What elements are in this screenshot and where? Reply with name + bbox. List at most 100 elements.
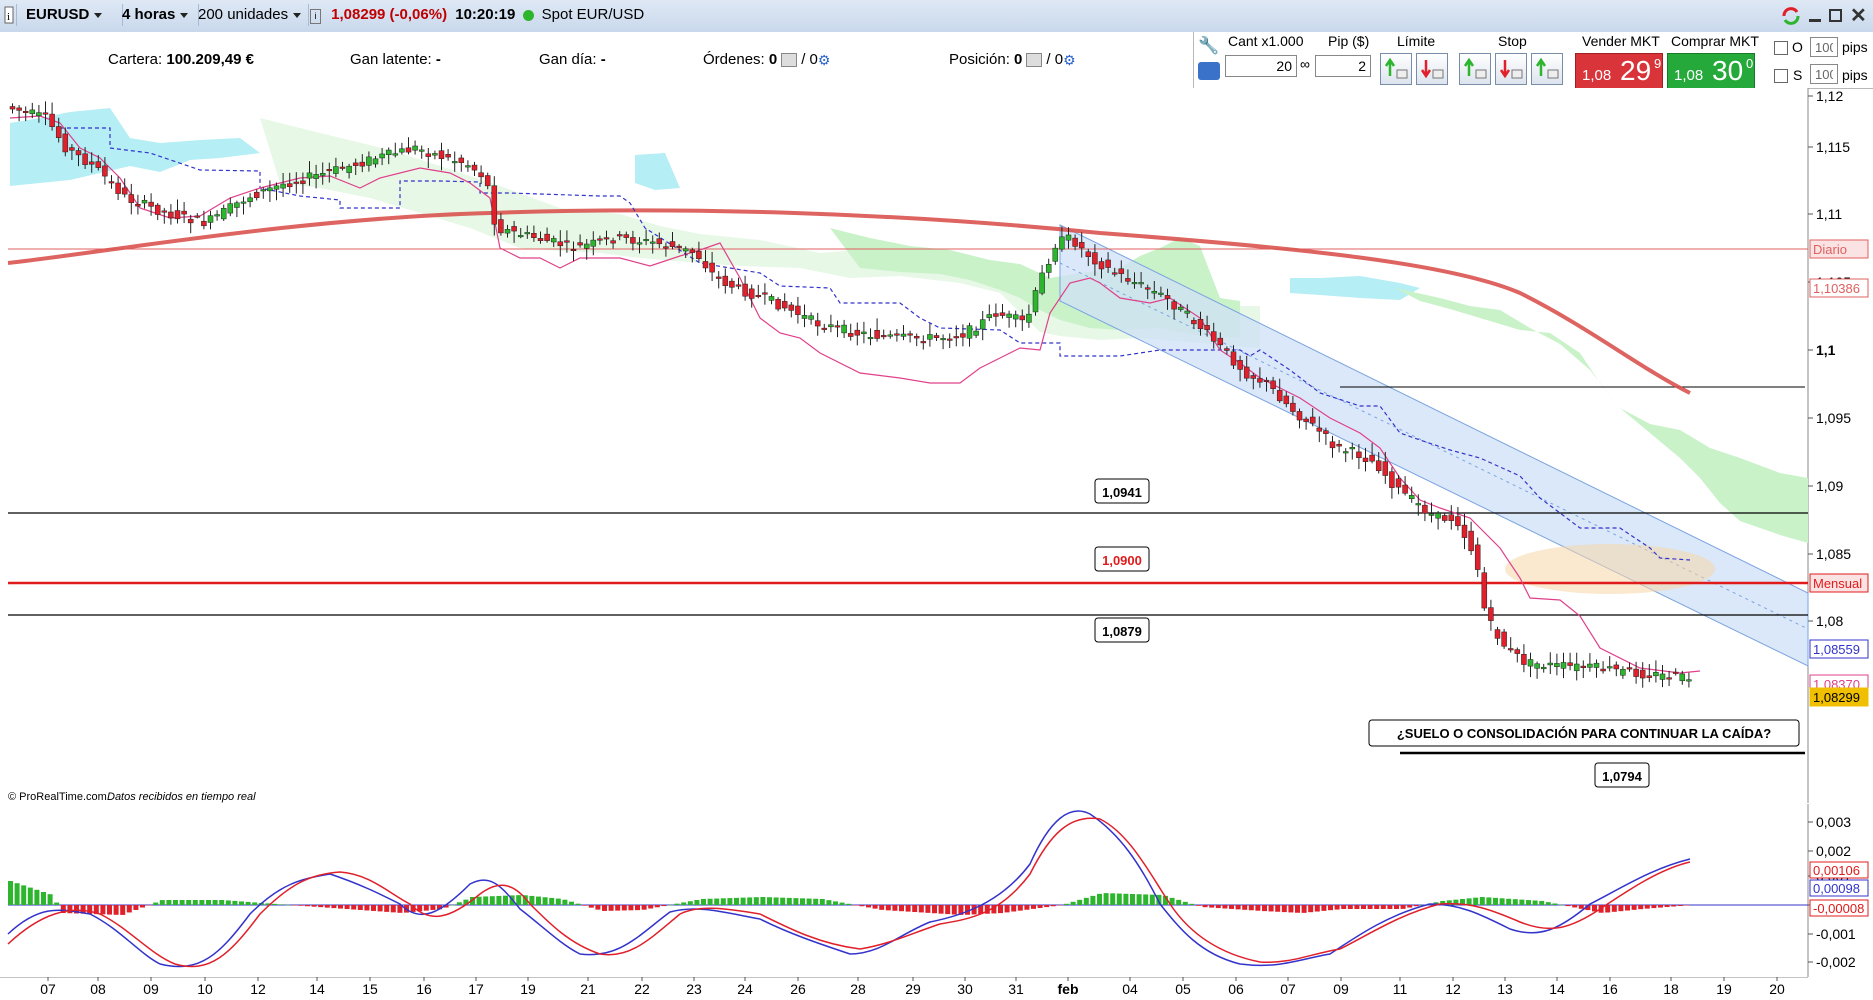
time-tick-label: 29 bbox=[905, 981, 921, 997]
candle-body bbox=[1217, 337, 1224, 346]
stop-buy-button[interactable] bbox=[1459, 53, 1491, 85]
histogram-bar bbox=[1545, 902, 1551, 905]
candle-body bbox=[940, 338, 946, 341]
histogram-bar bbox=[905, 905, 911, 912]
histogram-bar bbox=[1506, 898, 1512, 905]
gear-icon[interactable]: ⚙ bbox=[1063, 52, 1076, 69]
candle-body bbox=[135, 204, 141, 207]
candle-body bbox=[1474, 544, 1481, 570]
macd-chart[interactable]: 0,0030,0020,0010-0,001-0,002 0,001060,00… bbox=[0, 804, 1873, 977]
price-chart[interactable]: 1,0941 1,0900 1,0879 1,0794 ¿SUELO O CON… bbox=[0, 88, 1873, 803]
candle-body bbox=[280, 183, 286, 189]
maximize-icon[interactable] bbox=[1828, 7, 1842, 23]
candle-body bbox=[425, 153, 432, 157]
link-icon[interactable]: ∞ bbox=[1300, 56, 1310, 72]
o-checkbox[interactable] bbox=[1774, 41, 1788, 55]
pip-input[interactable] bbox=[1315, 55, 1371, 77]
candle-body bbox=[854, 329, 861, 336]
positions-list-icon[interactable] bbox=[1026, 53, 1043, 68]
posicion-value-2: / 0 bbox=[1046, 51, 1064, 68]
histogram-bar bbox=[628, 905, 634, 911]
gear-icon[interactable]: ⚙ bbox=[818, 52, 831, 69]
price-axis[interactable]: 1,121,1151,111,1051,11,0951,091,0851,08 bbox=[1808, 88, 1851, 629]
histogram-bar bbox=[311, 905, 317, 907]
histogram-bar bbox=[892, 905, 898, 911]
candle-body bbox=[630, 237, 636, 244]
candle-body bbox=[286, 183, 293, 187]
histogram-bar bbox=[1064, 903, 1069, 905]
candle-body bbox=[207, 215, 214, 223]
histogram-bar bbox=[47, 894, 53, 905]
candle-body bbox=[201, 220, 207, 227]
macd-tick-label: 0,003 bbox=[1816, 814, 1851, 830]
histogram-bar bbox=[298, 905, 304, 906]
candle-body bbox=[491, 185, 498, 225]
candle-body bbox=[795, 305, 801, 315]
candle-body bbox=[808, 315, 814, 320]
symbol-selector[interactable]: EURUSD bbox=[22, 4, 123, 26]
timeframe-selector[interactable]: 4 horas bbox=[118, 4, 199, 26]
candle-body bbox=[537, 238, 544, 242]
candle-body bbox=[1032, 290, 1039, 313]
candle-body bbox=[1580, 665, 1587, 668]
histogram-bar bbox=[1268, 905, 1274, 912]
candle-body bbox=[418, 149, 425, 152]
candle-body bbox=[333, 166, 339, 174]
candle-body bbox=[1606, 666, 1613, 669]
s-checkbox[interactable] bbox=[1774, 69, 1788, 83]
limit-sell-button[interactable] bbox=[1416, 53, 1448, 85]
o-pips-input[interactable] bbox=[1810, 37, 1838, 57]
limit-buy-button[interactable] bbox=[1380, 53, 1412, 85]
stop-trailing-button[interactable] bbox=[1531, 53, 1563, 85]
wrench-icon[interactable]: 🔧 bbox=[1198, 36, 1220, 56]
histogram-bar bbox=[859, 905, 865, 907]
time-tick-label: 05 bbox=[1175, 981, 1191, 997]
candle-body bbox=[709, 262, 715, 273]
orders-list-icon[interactable] bbox=[781, 53, 798, 68]
histogram-bar bbox=[54, 902, 60, 905]
candle-body bbox=[1514, 649, 1521, 654]
histogram-bar bbox=[1196, 905, 1201, 906]
histogram-bar bbox=[839, 902, 845, 905]
units-selector[interactable]: 200 unidades bbox=[194, 4, 309, 26]
candle-body bbox=[141, 199, 148, 204]
histogram-bar bbox=[569, 901, 574, 905]
s-pips-input[interactable] bbox=[1810, 64, 1838, 84]
status-dot-icon bbox=[523, 9, 535, 21]
histogram-bar bbox=[615, 905, 621, 911]
histogram-bar bbox=[1519, 899, 1525, 905]
instrument-label: Spot EUR/USD bbox=[541, 6, 645, 23]
candle-body bbox=[451, 161, 458, 164]
price-tick-label: 1,11 bbox=[1816, 206, 1842, 222]
cant-input[interactable] bbox=[1225, 55, 1297, 77]
keypad-icon[interactable] bbox=[1198, 62, 1220, 80]
info-icon[interactable]: i bbox=[2, 4, 17, 26]
candle-body bbox=[847, 333, 854, 337]
macd-plot-area bbox=[0, 804, 1808, 977]
sell-market-button[interactable]: 1,08 29 9 bbox=[1575, 53, 1663, 89]
histogram-bar bbox=[1328, 905, 1333, 911]
histogram-bar bbox=[1209, 905, 1215, 908]
histogram-bar bbox=[1644, 905, 1650, 909]
histogram-bar bbox=[1011, 905, 1017, 912]
price-axis-badges: Diario1,10386Mensual1,085591,083701,0829… bbox=[1809, 239, 1869, 707]
histogram-bar bbox=[285, 904, 291, 906]
stop-sell-button[interactable] bbox=[1495, 53, 1527, 85]
candle-body bbox=[1243, 366, 1250, 379]
time-axis[interactable]: 07 08 09 10 12 14 15 16 17 19 21 22 23 24 26 28 29 30 31 fe… bbox=[0, 977, 1873, 1000]
candle-body bbox=[313, 174, 319, 179]
level-label-1-0879-text: 1,0879 bbox=[1102, 624, 1142, 639]
time-tick-label: 20 bbox=[1769, 981, 1785, 997]
histogram-bar bbox=[503, 895, 508, 905]
sync-icon[interactable] bbox=[1780, 5, 1802, 27]
close-icon[interactable]: ✕ bbox=[1850, 3, 1867, 28]
candle-body bbox=[352, 162, 359, 166]
histogram-bar bbox=[1314, 905, 1320, 912]
candle-body bbox=[405, 147, 412, 153]
histogram-bar bbox=[371, 905, 376, 911]
histogram-bar bbox=[694, 900, 700, 905]
candle-body bbox=[1356, 451, 1362, 458]
minimize-icon[interactable] bbox=[1808, 7, 1822, 23]
histogram-bar bbox=[1255, 905, 1261, 911]
buy-market-button[interactable]: 1,08 30 0 bbox=[1667, 53, 1755, 89]
